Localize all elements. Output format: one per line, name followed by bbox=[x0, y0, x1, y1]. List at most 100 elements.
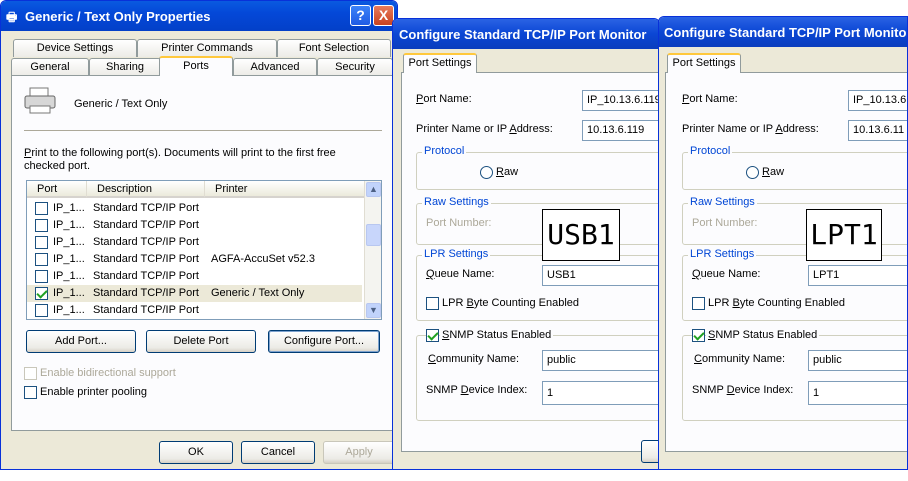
cell-desc: Standard TCP/IP Port bbox=[93, 304, 199, 316]
lpr-byte-checkbox-1[interactable] bbox=[426, 297, 439, 310]
port-checkbox[interactable] bbox=[35, 219, 48, 232]
lpt1-overlay: LPT1 bbox=[806, 209, 882, 261]
queue-name-label-1: Queue Name: bbox=[426, 268, 495, 280]
cell-port: IP_1... bbox=[53, 202, 85, 214]
tab-ports[interactable]: Ports bbox=[159, 56, 233, 76]
printer-ip-input-2[interactable]: 10.13.6.11 bbox=[848, 120, 907, 141]
cell-desc: Standard TCP/IP Port bbox=[93, 202, 199, 214]
device-index-input-1[interactable]: 1 bbox=[542, 381, 659, 405]
cell-port: IP_1... bbox=[53, 253, 85, 265]
apply-button[interactable]: Apply bbox=[323, 441, 395, 464]
ports-panel: Generic / Text Only Print to the followi… bbox=[11, 75, 393, 431]
port-name-input-2[interactable]: IP_10.13.6.1 bbox=[848, 90, 907, 111]
cancel-button[interactable]: Cancel bbox=[241, 441, 315, 464]
cell-desc: Standard TCP/IP Port bbox=[93, 270, 199, 282]
printer-ip-label-2: Printer Name or IP Address: bbox=[682, 123, 819, 135]
column-printer[interactable]: Printer bbox=[205, 181, 365, 198]
queue-name-input-2[interactable]: LPT1 bbox=[808, 265, 907, 286]
snmp-status-label-1: SNMP Status Enabled bbox=[440, 329, 554, 341]
vertical-scrollbar[interactable]: ▲ ▼ bbox=[364, 181, 381, 319]
printer-pooling-checkbox[interactable] bbox=[24, 386, 37, 399]
tab-sharing[interactable]: Sharing bbox=[89, 58, 161, 76]
queue-name-input-1[interactable]: USB1 bbox=[542, 265, 659, 286]
ok-button[interactable]: OK bbox=[159, 441, 233, 464]
table-row[interactable]: IP_1... Standard TCP/IP Port bbox=[27, 234, 362, 251]
port-list[interactable]: Port Description Printer IP_1... Standard… bbox=[26, 180, 382, 320]
port-checkbox[interactable] bbox=[35, 287, 48, 300]
port-checkbox[interactable] bbox=[35, 304, 48, 317]
port-name-input-1[interactable]: IP_10.13.6.119 bbox=[582, 90, 659, 111]
table-row[interactable]: IP_1... Standard TCP/IP Port Generic / Tex… bbox=[27, 285, 362, 302]
raw-radio-2[interactable] bbox=[746, 166, 759, 179]
port-name-label-1: Port Name: bbox=[416, 93, 472, 105]
tab-printer-commands[interactable]: Printer Commands bbox=[137, 39, 277, 57]
port-checkbox[interactable] bbox=[35, 202, 48, 215]
tab-security[interactable]: Security bbox=[317, 58, 393, 76]
snmp-status-label-2: SNMP Status Enabled bbox=[706, 329, 820, 341]
scroll-down-arrow-icon[interactable]: ▼ bbox=[366, 303, 381, 318]
table-row[interactable]: IP_1... Standard TCP/IP Port bbox=[27, 302, 362, 319]
tcpip-titlebar-2[interactable]: Configure Standard TCP/IP Port Monitor bbox=[659, 17, 907, 47]
scroll-up-arrow-icon[interactable]: ▲ bbox=[366, 182, 381, 197]
properties-titlebar[interactable]: 🖶 Generic / Text Only Properties ? X bbox=[1, 1, 397, 31]
printer-icon bbox=[24, 86, 58, 116]
protocol-group-2 bbox=[682, 152, 907, 190]
table-row[interactable]: IP_1... Standard TCP/IP Port bbox=[27, 200, 362, 217]
raw-label-2: Raw bbox=[762, 166, 785, 178]
printer-pooling-label: Enable printer pooling bbox=[40, 386, 148, 398]
tcpip-titlebar-1[interactable]: Configure Standard TCP/IP Port Monitor bbox=[393, 19, 659, 49]
properties-dialog: 🖶 Generic / Text Only Properties ? X Dev… bbox=[0, 0, 398, 470]
tab-port-settings-1[interactable]: Port Settings bbox=[403, 53, 477, 73]
table-row[interactable]: IP_1... Standard TCP/IP Port bbox=[27, 268, 362, 285]
configure-port-button[interactable]: Configure Port... bbox=[268, 330, 380, 353]
scroll-thumb[interactable] bbox=[366, 224, 381, 246]
cell-desc: Standard TCP/IP Port bbox=[93, 287, 199, 299]
add-port-button[interactable]: Add Port... bbox=[26, 330, 136, 353]
raw-settings-label-1: Raw Settings bbox=[422, 196, 491, 208]
raw-radio-1[interactable] bbox=[480, 166, 493, 179]
properties-title: Generic / Text Only Properties bbox=[25, 9, 211, 24]
port-number-label-2: Port Number: bbox=[692, 217, 758, 229]
port-name-label-2: Port Name: bbox=[682, 93, 738, 105]
community-name-input-1[interactable]: public bbox=[542, 350, 659, 371]
column-description[interactable]: Description bbox=[87, 181, 205, 198]
help-icon: ? bbox=[356, 7, 365, 23]
printer-name: Generic / Text Only bbox=[74, 98, 168, 110]
table-row[interactable]: IP_1... Standard TCP/IP Port bbox=[27, 217, 362, 234]
table-row[interactable]: IP_1... Standard TCP/IP Port AGFA-AccuSet … bbox=[27, 251, 362, 268]
device-index-input-2[interactable]: 1 bbox=[808, 381, 907, 405]
protocol-label-2: Protocol bbox=[688, 145, 733, 157]
delete-port-button[interactable]: Delete Port bbox=[146, 330, 256, 353]
column-port[interactable]: Port bbox=[27, 181, 87, 198]
community-name-input-2[interactable]: public bbox=[808, 350, 907, 371]
tab-font-selection[interactable]: Font Selection bbox=[277, 39, 391, 57]
printer-ip-label-1: Printer Name or IP Address: bbox=[416, 123, 553, 135]
bidirectional-checkbox[interactable] bbox=[24, 367, 37, 380]
protocol-group-1 bbox=[416, 152, 659, 190]
port-instruction: Print to the following port(s). Document… bbox=[24, 147, 336, 172]
cell-port: IP_1... bbox=[53, 270, 85, 282]
tab-port-settings-2[interactable]: Port Settings bbox=[667, 53, 741, 73]
snmp-status-checkbox-2[interactable] bbox=[692, 329, 705, 342]
lpr-byte-checkbox-2[interactable] bbox=[692, 297, 705, 310]
port-checkbox[interactable] bbox=[35, 270, 48, 283]
snmp-group-2 bbox=[682, 335, 907, 421]
tab-device-settings[interactable]: Device Settings bbox=[13, 39, 137, 57]
lpr-byte-label-2: LPR Byte Counting Enabled bbox=[708, 297, 845, 309]
close-button[interactable]: X bbox=[373, 5, 394, 26]
snmp-group-1 bbox=[416, 335, 659, 421]
tcpip-title-1: Configure Standard TCP/IP Port Monitor bbox=[399, 27, 647, 42]
lpr-settings-label-1: LPR Settings bbox=[422, 248, 491, 260]
device-index-label-2: SNMP Device Index: bbox=[692, 384, 794, 396]
cell-printer: AGFA-AccuSet v52.3 bbox=[211, 253, 315, 265]
protocol-label-1: Protocol bbox=[422, 145, 467, 157]
tab-general[interactable]: General bbox=[11, 58, 89, 76]
printer-window-icon: 🖶 bbox=[6, 10, 18, 24]
help-button[interactable]: ? bbox=[350, 5, 371, 26]
snmp-status-checkbox-1[interactable] bbox=[426, 329, 439, 342]
port-checkbox[interactable] bbox=[35, 253, 48, 266]
port-checkbox[interactable] bbox=[35, 236, 48, 249]
tab-advanced[interactable]: Advanced bbox=[233, 58, 317, 76]
printer-ip-input-1[interactable]: 10.13.6.119 bbox=[582, 120, 659, 141]
community-name-label-2: Community Name: bbox=[694, 353, 786, 365]
